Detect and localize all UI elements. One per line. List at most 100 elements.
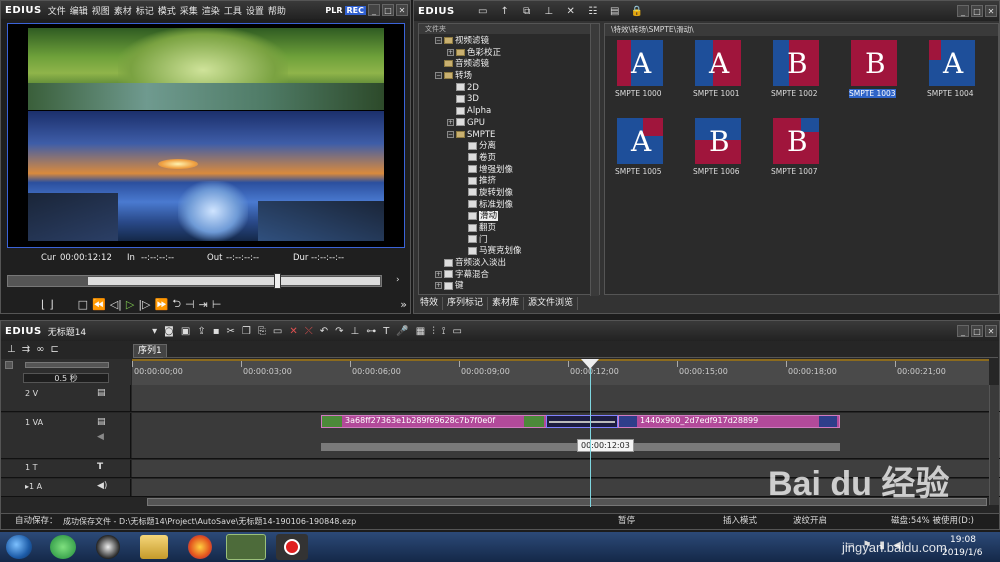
close-button[interactable]: ✕: [396, 4, 408, 16]
tree-item[interactable]: 标准划像: [423, 200, 599, 212]
expand-toggle-icon[interactable]: −: [435, 72, 442, 80]
insert-mode-status[interactable]: 插入模式: [723, 514, 757, 529]
effect-label[interactable]: SMPTE 1001: [693, 89, 740, 98]
scrub-handle[interactable]: [274, 273, 281, 289]
track-1t-title-icon[interactable]: T: [97, 462, 103, 472]
track-1va-audio-icon[interactable]: ◀: [97, 432, 104, 442]
mixer-icon[interactable]: ⫶: [432, 326, 435, 337]
tree-item[interactable]: 旋转划像: [423, 188, 599, 200]
paste-icon[interactable]: ⎘: [258, 326, 266, 337]
timeline-minimize-button[interactable]: _: [957, 325, 969, 337]
rec-button[interactable]: REC: [344, 5, 366, 15]
effect-thumbnail[interactable]: A: [695, 40, 741, 86]
mode-icon-2[interactable]: ⇉: [22, 344, 30, 355]
track-1a-speaker-icon[interactable]: ◀): [97, 481, 107, 491]
more-icon[interactable]: »: [400, 298, 411, 311]
transition-block[interactable]: [546, 415, 618, 428]
clock-time[interactable]: 19:08: [950, 535, 976, 545]
start-button[interactable]: [6, 535, 32, 559]
effect-label[interactable]: SMPTE 1002: [771, 89, 818, 98]
menu-item-10[interactable]: 帮助: [268, 7, 286, 17]
new-folder-icon[interactable]: ⧉: [519, 3, 535, 19]
effect-label[interactable]: SMPTE 1004: [927, 89, 974, 98]
taskbar-icon-record[interactable]: [276, 534, 308, 560]
zoom-control[interactable]: 0.5 秒: [1, 359, 131, 385]
tree-scrollbar[interactable]: [590, 24, 599, 296]
effect-thumbnail[interactable]: B: [773, 118, 819, 164]
library-close-button[interactable]: ✕: [985, 5, 997, 17]
view-icon[interactable]: ▤: [607, 3, 623, 19]
layout-icon[interactable]: ▭: [452, 326, 461, 337]
menu-item-2[interactable]: 视图: [92, 7, 110, 17]
undo-icon[interactable]: ↶: [320, 326, 328, 337]
ripple-delete-icon[interactable]: ⤬: [305, 326, 313, 337]
library-tab[interactable]: 源文件浏览: [524, 297, 579, 310]
zoom-slider[interactable]: [25, 362, 109, 368]
effect-thumbnail[interactable]: A: [617, 40, 663, 86]
expand-toggle-icon[interactable]: +: [447, 118, 454, 126]
replace-icon[interactable]: ▭: [273, 326, 282, 337]
timeline-vscroll[interactable]: [989, 385, 999, 505]
library-tab[interactable]: 特效: [416, 297, 444, 310]
effect-label[interactable]: SMPTE 1003: [849, 89, 896, 98]
ripple-status[interactable]: 波纹开启: [793, 514, 827, 529]
minimize-button[interactable]: _: [368, 4, 380, 16]
effect-thumbnail[interactable]: A: [617, 118, 663, 164]
tree-item[interactable]: 门: [423, 235, 599, 247]
effect-label[interactable]: SMPTE 1007: [771, 167, 818, 176]
effect-label[interactable]: SMPTE 1006: [693, 167, 740, 176]
open-project-icon[interactable]: ▣: [181, 326, 190, 337]
add-to-timeline-icon[interactable]: ⊥: [541, 3, 557, 19]
new-sequence-icon[interactable]: ▾: [152, 326, 157, 337]
effect-thumbnail[interactable]: B: [773, 40, 819, 86]
tree-item[interactable]: 3D: [423, 94, 599, 106]
library-minimize-button[interactable]: _: [957, 5, 969, 17]
loop-icon[interactable]: ⮌: [172, 295, 181, 314]
maximize-button[interactable]: □: [382, 4, 394, 16]
tree-item[interactable]: 推挤: [423, 176, 599, 188]
tree-item[interactable]: + 键: [423, 281, 599, 293]
taskbar-icon-explorer[interactable]: [140, 535, 168, 559]
tree-item[interactable]: 音频淡入淡出: [423, 258, 599, 270]
effect-thumbnail[interactable]: A: [929, 40, 975, 86]
sequence-tab[interactable]: 序列1: [133, 344, 167, 358]
title-icon[interactable]: T: [383, 326, 389, 337]
menu-item-7[interactable]: 渲染: [202, 7, 220, 17]
link-icon[interactable]: ⊶: [366, 326, 376, 337]
clip-1[interactable]: 3a68ff27363e1b289f69628c7b7f0e0f: [321, 415, 553, 428]
menu-item-4[interactable]: 标记: [136, 7, 154, 17]
scrub-end-icon[interactable]: ›: [396, 275, 400, 285]
tree-item[interactable]: 翻页: [423, 223, 599, 235]
tree-item[interactable]: 2D: [423, 83, 599, 95]
export-icon[interactable]: ⇪: [197, 326, 205, 337]
overwrite-icon[interactable]: ⇥: [199, 298, 208, 311]
save-icon[interactable]: ▪: [213, 326, 220, 337]
tree-item[interactable]: 分离: [423, 141, 599, 153]
tree-item[interactable]: + 字幕混合: [423, 270, 599, 282]
tree-item[interactable]: + GPU: [423, 118, 599, 130]
time-ruler[interactable]: 00:00:00;00 00:00:03;00 00:00:06;00 00:00:0…: [132, 359, 989, 385]
zoom-value[interactable]: 0.5 秒: [23, 373, 109, 383]
mode-icon-3[interactable]: ∞: [36, 344, 44, 355]
taskbar-icon-firefox[interactable]: [188, 535, 212, 559]
timeline-close-button[interactable]: ✕: [985, 325, 997, 337]
tree-item[interactable]: 增强划像: [423, 165, 599, 177]
match-frame-icon[interactable]: ⊢: [212, 298, 222, 311]
stop-icon[interactable]: □: [78, 298, 88, 311]
clock-date[interactable]: 2019/1/6: [942, 548, 982, 558]
prev-frame-icon[interactable]: ◁|: [110, 298, 122, 311]
expand-toggle-icon[interactable]: −: [435, 37, 442, 44]
tree-item[interactable]: 滑动: [423, 211, 599, 223]
library-tab[interactable]: 素材库: [488, 297, 525, 310]
fast-forward-icon[interactable]: ⏩: [155, 298, 169, 311]
taskbar-icon-qq[interactable]: [96, 535, 120, 559]
expand-toggle-icon[interactable]: +: [435, 282, 442, 290]
render-icon[interactable]: ▦: [416, 326, 425, 337]
copy-icon[interactable]: ❐: [242, 326, 251, 337]
effect-thumbnail[interactable]: B: [695, 118, 741, 164]
tree-item[interactable]: − 视频滤镜: [423, 36, 599, 48]
tree-item[interactable]: 音频滤镜: [423, 59, 599, 71]
rewind-icon[interactable]: ⏪: [92, 298, 106, 311]
library-tab[interactable]: 序列标记: [443, 297, 489, 310]
tree-item[interactable]: − 转场: [423, 71, 599, 83]
